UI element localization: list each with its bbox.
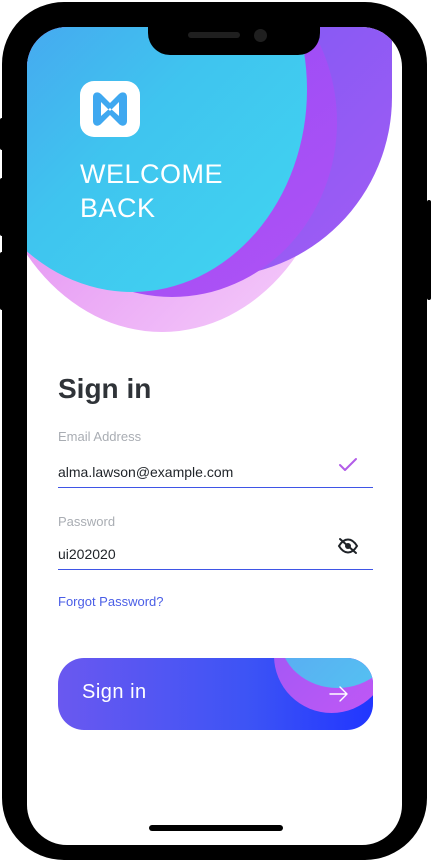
email-field[interactable]: alma.lawson@example.com bbox=[58, 464, 233, 480]
welcome-heading: WELCOME BACK bbox=[80, 157, 320, 225]
password-label: Password bbox=[58, 514, 116, 529]
password-underline bbox=[58, 569, 373, 570]
volume-up-button bbox=[0, 178, 4, 236]
volume-down-button bbox=[0, 252, 4, 310]
app-screen: WELCOME BACK Sign in Email Address alma.… bbox=[27, 27, 402, 845]
page-title: Sign in bbox=[58, 373, 152, 404]
welcome-line-2: BACK bbox=[80, 193, 156, 223]
app-logo bbox=[80, 81, 140, 137]
home-indicator[interactable] bbox=[149, 825, 283, 831]
power-button bbox=[427, 200, 431, 300]
eye-off-icon[interactable] bbox=[337, 537, 359, 560]
forgot-password-link[interactable]: Forgot Password? bbox=[58, 594, 164, 609]
front-camera bbox=[254, 29, 267, 42]
email-label: Email Address bbox=[58, 429, 142, 444]
sign-in-button-label: Sign in bbox=[82, 681, 147, 703]
speaker-grille bbox=[188, 32, 240, 38]
welcome-line-1: WELCOME bbox=[80, 159, 224, 189]
arrow-right-icon bbox=[328, 685, 350, 708]
logo-mark-icon bbox=[93, 92, 127, 126]
phone-frame: WELCOME BACK Sign in Email Address alma.… bbox=[0, 0, 431, 864]
check-icon bbox=[338, 457, 358, 478]
password-field[interactable]: ui202020 bbox=[58, 546, 116, 562]
sign-in-button[interactable]: Sign in bbox=[58, 658, 373, 730]
email-underline bbox=[58, 487, 373, 488]
mute-switch bbox=[0, 118, 4, 150]
